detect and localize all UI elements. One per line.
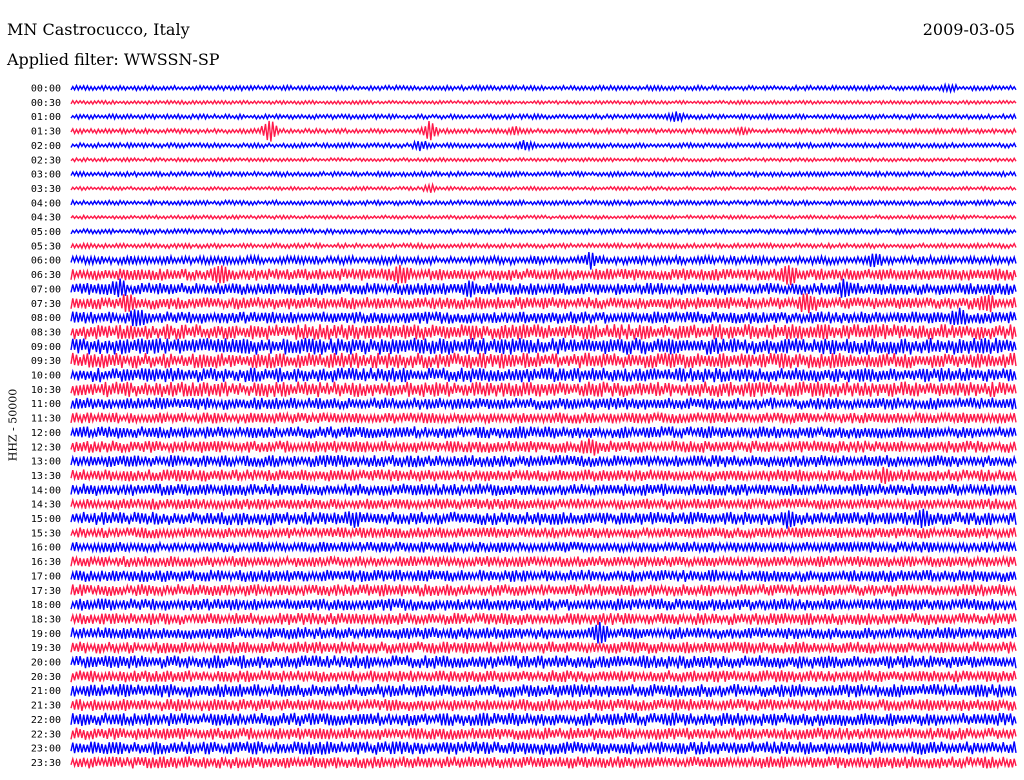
trace-line [70, 697, 1017, 712]
trace-line [70, 640, 1017, 655]
trace-line [70, 438, 1017, 456]
trace-line [70, 741, 1017, 756]
tick-label: 08:00 [31, 313, 61, 324]
tick-label: 09:30 [31, 356, 61, 367]
tick-label: 04:30 [31, 213, 61, 224]
tick-label: 03:00 [31, 170, 61, 181]
trace-line [70, 497, 1017, 512]
trace-line [70, 156, 1017, 163]
trace-line [70, 612, 1017, 626]
tick-label: 02:30 [31, 155, 61, 166]
trace-line [70, 583, 1017, 598]
tick-label: 10:30 [31, 385, 61, 396]
tick-label: 12:30 [31, 442, 61, 453]
trace-line [70, 554, 1017, 570]
trace-line [70, 669, 1017, 684]
tick-label: 22:30 [31, 729, 61, 740]
tick-label: 15:30 [31, 528, 61, 539]
trace-line [70, 367, 1017, 383]
tick-label: 05:00 [31, 227, 61, 238]
tick-label: 00:30 [31, 98, 61, 109]
trace-line [70, 726, 1017, 741]
trace-line [70, 169, 1017, 179]
tick-label-group: 00:00 00:30 01:00 01:30 02:00 02:30 03:00 03:30… [31, 84, 61, 769]
tick-label: 07:30 [31, 299, 61, 310]
tick-label: 11:30 [31, 414, 61, 425]
tick-label: 08:30 [31, 327, 61, 338]
trace-line [70, 99, 1017, 106]
trace-line [70, 120, 1017, 142]
trace-line [70, 293, 1017, 314]
tick-label: 10:00 [31, 371, 61, 382]
trace-line [70, 655, 1017, 669]
tick-label: 07:00 [31, 284, 61, 295]
trace-line [70, 397, 1017, 411]
tick-label: 19:00 [31, 629, 61, 640]
trace-line [70, 278, 1017, 298]
trace-line [70, 569, 1017, 583]
trace-line [70, 540, 1017, 555]
tick-label: 00:00 [31, 84, 61, 95]
tick-label: 18:30 [31, 614, 61, 625]
tick-label: 05:30 [31, 241, 61, 252]
trace-line [70, 410, 1017, 426]
tick-label: 06:00 [31, 256, 61, 267]
trace-line [70, 307, 1017, 327]
tick-label: 16:30 [31, 557, 61, 568]
trace-line [70, 425, 1017, 440]
tick-label: 17:00 [31, 571, 61, 582]
tick-label: 20:30 [31, 672, 61, 683]
tick-label: 19:30 [31, 643, 61, 654]
trace-line [70, 622, 1017, 644]
tick-label: 16:00 [31, 543, 61, 554]
trace-line [70, 252, 1017, 270]
tick-label: 01:00 [31, 112, 61, 123]
trace-line [70, 82, 1017, 95]
tick-label: 21:00 [31, 686, 61, 697]
trace-line [70, 381, 1017, 398]
trace-line [70, 337, 1017, 355]
tick-label: 12:00 [31, 428, 61, 439]
trace-line [70, 352, 1017, 369]
trace-line [70, 198, 1017, 208]
tick-label: 14:30 [31, 500, 61, 511]
trace-line [70, 683, 1017, 698]
tick-label: 02:00 [31, 141, 61, 152]
tick-label: 14:00 [31, 485, 61, 496]
tick-label: 04:00 [31, 198, 61, 209]
tick-label: 18:00 [31, 600, 61, 611]
trace-line [70, 227, 1017, 236]
tick-label: 13:30 [31, 471, 61, 482]
trace-line [70, 111, 1017, 124]
tick-label: 15:00 [31, 514, 61, 525]
trace-line [70, 241, 1017, 251]
tick-label: 22:00 [31, 715, 61, 726]
seismogram-plot: 00:00 00:30 01:00 01:30 02:00 02:30 03:00 03:30… [31, 82, 1017, 770]
tick-label: 17:30 [31, 586, 61, 597]
trace-line [70, 712, 1017, 727]
tick-label: 20:00 [31, 658, 61, 669]
trace-line [70, 525, 1017, 541]
tick-label: 23:30 [31, 758, 61, 769]
trace-line [70, 264, 1017, 286]
tick-label: 03:30 [31, 184, 61, 195]
tick-label: 09:00 [31, 342, 61, 353]
trace-line [70, 213, 1017, 221]
tick-label: 23:00 [31, 744, 61, 755]
trace-line [70, 508, 1017, 529]
trace-line [70, 597, 1017, 612]
trace-line [70, 454, 1017, 469]
trace-line [70, 755, 1017, 770]
trace-line [70, 324, 1017, 340]
trace-line [70, 181, 1017, 194]
tick-label: 21:30 [31, 701, 61, 712]
trace-line [70, 482, 1017, 497]
tick-label: 01:30 [31, 127, 61, 138]
tick-label: 11:00 [31, 399, 61, 410]
trace-group [70, 82, 1017, 770]
tick-label: 06:30 [31, 270, 61, 281]
trace-line [70, 466, 1017, 484]
tick-label: 13:00 [31, 457, 61, 468]
trace-line [70, 139, 1017, 153]
